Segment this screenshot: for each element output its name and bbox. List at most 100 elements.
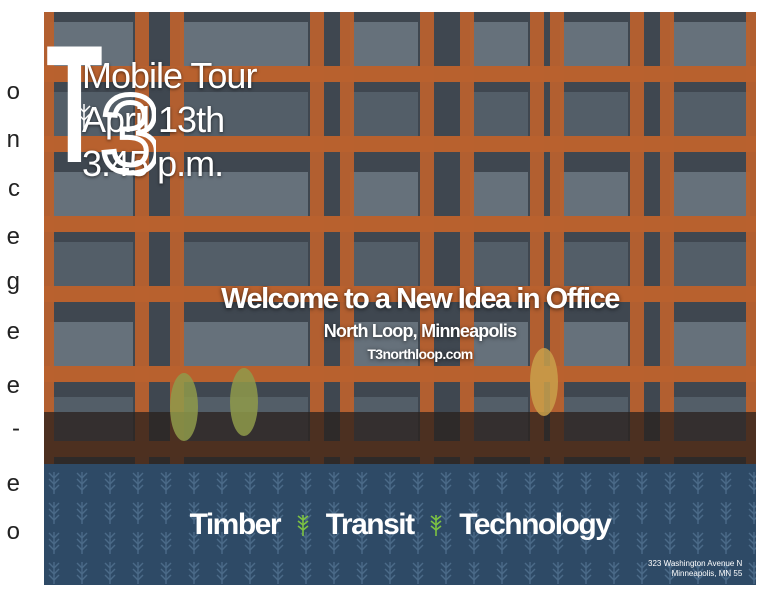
tree-pattern-icon <box>664 472 676 494</box>
tree-pattern-icon <box>496 472 508 494</box>
window-pane <box>670 172 750 216</box>
window-pane <box>560 22 628 66</box>
tree-pattern-icon <box>76 472 88 494</box>
t3-logo: T 3 <box>46 12 156 182</box>
tree-pattern-icon <box>132 472 144 494</box>
headline-block: Welcome to a New Idea in Office North Lo… <box>44 280 756 364</box>
text-fragment: e <box>6 470 20 497</box>
tree-pattern-icon <box>300 562 312 584</box>
timber-column <box>310 12 324 464</box>
tree-pattern-icon <box>356 562 368 584</box>
tree-pattern-icon <box>188 562 200 584</box>
building-photo: Mobile Tour April 13th 3:45 p.m. T 3 Wel… <box>44 12 756 464</box>
tree-pattern-icon <box>48 472 60 494</box>
address-line-2: Minneapolis, MN 55 <box>671 569 743 578</box>
tagline-timber: Timber <box>189 508 282 541</box>
tree-pattern-icon <box>524 562 536 584</box>
text-fragment: e <box>6 318 20 345</box>
tree-pattern-icon <box>328 472 340 494</box>
tree-pattern-icon <box>720 472 732 494</box>
tree-pattern-icon <box>272 562 284 584</box>
location: North Loop, Minneapolis <box>323 321 517 341</box>
text-fragment: e <box>6 223 20 250</box>
tree <box>230 368 258 436</box>
tree-pattern-icon <box>636 472 648 494</box>
timber-column <box>660 12 674 464</box>
window-pane <box>670 22 750 66</box>
tree-pattern-icon <box>384 562 396 584</box>
text-fragment: o <box>6 518 20 545</box>
tree-pattern-icon <box>216 472 228 494</box>
tree-pattern-icon <box>496 562 508 584</box>
window-pane <box>560 172 628 216</box>
text-fragment: - <box>12 415 20 442</box>
logo-digit-3: 3 <box>100 73 156 182</box>
tree-pattern-icon <box>272 472 284 494</box>
tree-pattern-icon <box>188 472 200 494</box>
tree-pattern-icon <box>76 562 88 584</box>
tree-pattern-icon <box>132 562 144 584</box>
tree-pattern-icon <box>552 472 564 494</box>
tree-pattern-icon <box>580 472 592 494</box>
leaf-icon <box>297 515 309 536</box>
tree-pattern-icon <box>300 472 312 494</box>
tree-pattern-icon <box>356 472 368 494</box>
tree-pattern-icon <box>636 562 648 584</box>
tree-pattern-icon <box>580 562 592 584</box>
window-pane <box>560 92 628 136</box>
tree-pattern-icon <box>216 562 228 584</box>
cropped-text-column: o n c e g e e - e o <box>0 0 44 591</box>
website-link: T3northloop.com <box>367 346 473 362</box>
timber-band <box>44 366 756 382</box>
tree-pattern-icon <box>440 472 452 494</box>
window-pane <box>470 172 528 216</box>
timber-band <box>44 216 756 232</box>
text-fragment: o <box>6 78 20 105</box>
tree-pattern-icon <box>608 472 620 494</box>
window-pane <box>670 92 750 136</box>
tagline-transit: Transit <box>325 508 415 541</box>
street-level <box>44 412 756 464</box>
tree-pattern-icon <box>468 472 480 494</box>
tree-pattern-icon <box>608 562 620 584</box>
text-fragment: e <box>6 372 20 399</box>
window-pane <box>350 22 418 66</box>
tagline-banner: Timber Transit Technology 323 Washington… <box>44 464 756 585</box>
leaf-icon <box>430 515 442 536</box>
headline: Welcome to a New Idea in Office <box>221 283 620 315</box>
tree-pattern-icon <box>412 562 424 584</box>
timber-column <box>420 12 434 464</box>
window-pane <box>350 92 418 136</box>
logo-letter-t: T <box>46 12 102 182</box>
timber-column <box>746 12 756 464</box>
text-fragment: c <box>8 175 20 202</box>
tree-pattern-icon <box>48 562 60 584</box>
timber-column <box>460 12 474 464</box>
street-address: 323 Washington Avenue N Minneapolis, MN … <box>648 559 742 579</box>
page: o n c e g e e - e o Mobile Tour April 13… <box>0 0 760 591</box>
tree-pattern-icon <box>440 562 452 584</box>
tree-pattern-icon <box>468 562 480 584</box>
tree-pattern-icon <box>244 472 256 494</box>
t3-poster: Mobile Tour April 13th 3:45 p.m. T 3 Wel… <box>44 12 756 585</box>
timber-column <box>630 12 644 464</box>
tree <box>170 373 198 441</box>
timber-column <box>340 12 354 464</box>
window-pane <box>350 172 418 216</box>
text-fragment: n <box>6 126 20 153</box>
tagline-technology: Technology <box>459 508 612 541</box>
tree-pattern-icon <box>552 562 564 584</box>
tree-pattern-icon <box>328 562 340 584</box>
tree-pattern-icon <box>160 472 172 494</box>
tree-pattern-icon <box>384 472 396 494</box>
tree-pattern-icon <box>412 472 424 494</box>
address-line-1: 323 Washington Avenue N <box>648 559 743 568</box>
tree-pattern-icon <box>244 562 256 584</box>
window-pane <box>470 92 528 136</box>
window-pane <box>470 22 528 66</box>
tree-pattern-icon <box>104 562 116 584</box>
tree-pattern-icon <box>748 562 756 584</box>
tree-pattern-icon <box>692 472 704 494</box>
tagline: Timber Transit Technology <box>44 508 756 542</box>
tree-pattern-icon <box>748 472 756 494</box>
